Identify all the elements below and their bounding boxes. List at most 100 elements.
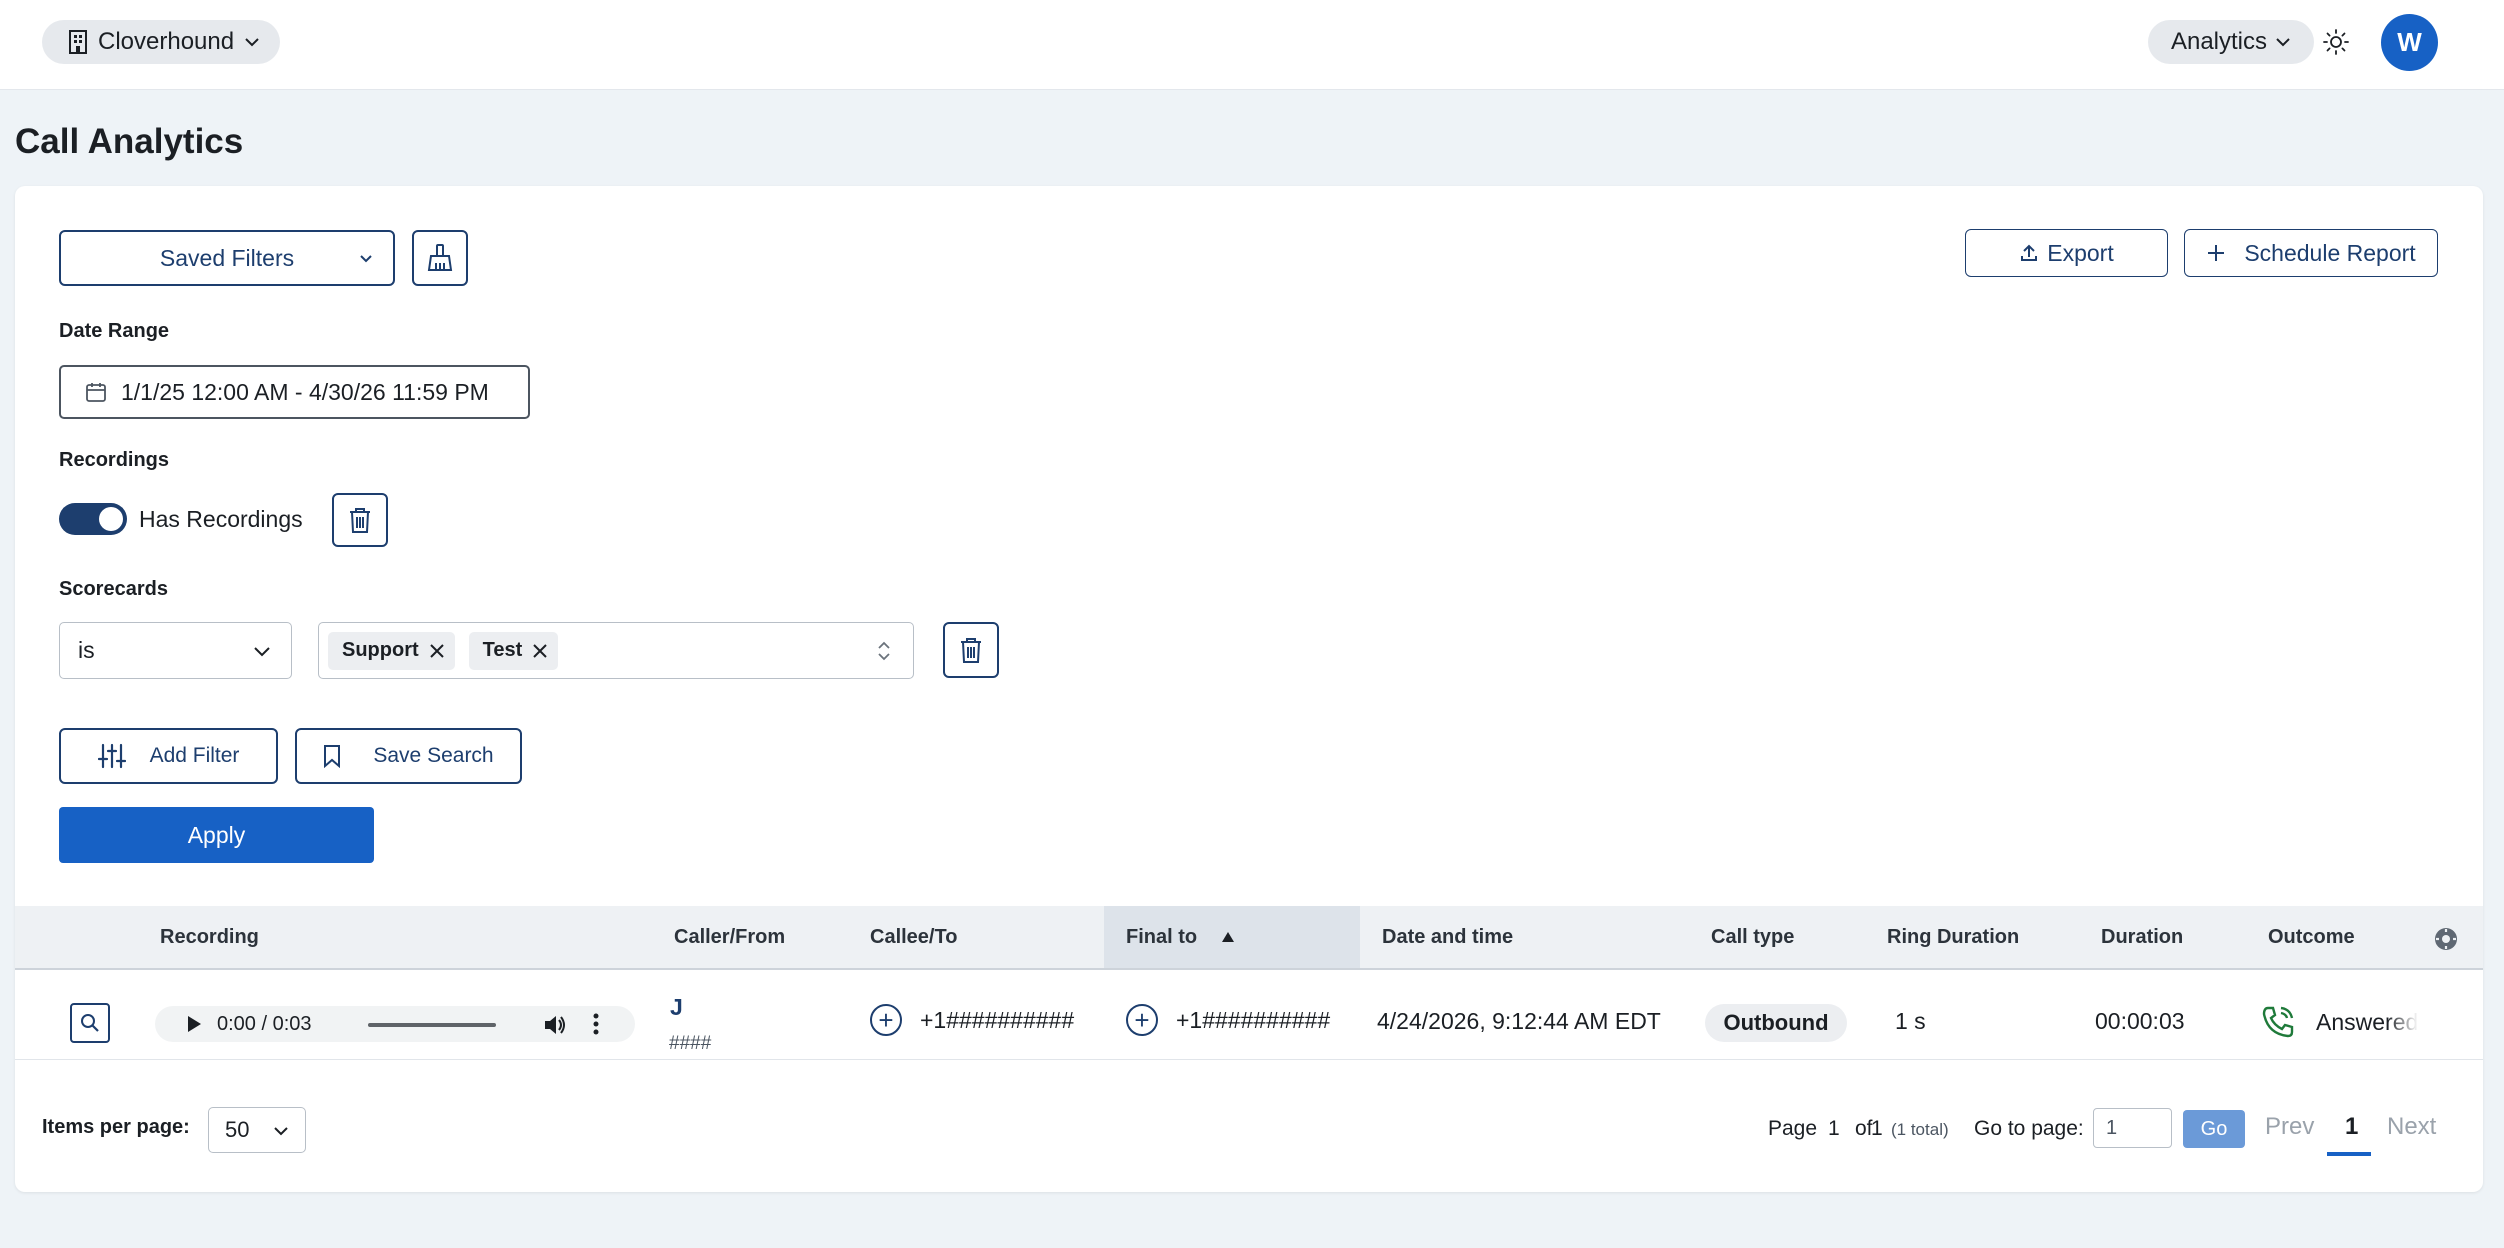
user-avatar[interactable]: W <box>2381 14 2438 71</box>
datetime-cell: 4/24/2026, 9:12:44 AM EDT <box>1377 1008 1661 1034</box>
call-type-badge: Outbound <box>1705 1004 1847 1042</box>
export-label: Export <box>2047 239 2114 266</box>
chip-label: Test <box>482 639 523 661</box>
bookmark-icon <box>324 745 341 768</box>
scorecards-operator-value: is <box>78 637 95 663</box>
chevron-down-icon <box>245 38 259 47</box>
column-header-ring-duration[interactable]: Ring Duration <box>1887 906 2019 968</box>
items-per-page-value: 50 <box>225 1117 250 1142</box>
caller-name[interactable]: J <box>670 994 683 1021</box>
final-to-cell: + +1########## <box>1126 1004 1330 1036</box>
view-call-details-button[interactable] <box>70 1003 110 1043</box>
has-recordings-toggle[interactable] <box>59 503 127 535</box>
audio-player[interactable]: 0:00 / 0:03 <box>155 1006 635 1042</box>
ring-duration-cell: 1 s <box>1895 1008 1926 1034</box>
scorecards-multiselect[interactable]: Support Test <box>318 622 914 679</box>
org-name: Cloverhound <box>98 28 235 55</box>
table-header: Recording Caller/From Callee/To Final to… <box>15 906 2483 970</box>
analytics-card: Saved Filters Export Schedule Report Dat… <box>15 186 2483 1192</box>
volume-icon[interactable] <box>543 1014 567 1036</box>
scorecards-operator-select[interactable]: is <box>59 622 292 679</box>
caller-number: #### <box>669 1033 712 1054</box>
column-header-outcome[interactable]: Outcome <box>2268 906 2355 968</box>
analytics-menu[interactable]: Analytics <box>2148 20 2314 64</box>
schedule-report-label: Schedule Report <box>2244 239 2416 266</box>
save-search-label: Save Search <box>373 744 494 767</box>
duration-cell: 00:00:03 <box>2095 1008 2185 1034</box>
trash-icon <box>961 638 981 663</box>
sort-ascending-icon <box>1222 932 1235 942</box>
column-header-final-to-label: Final to <box>1126 925 1198 948</box>
remove-scorecards-filter-button[interactable] <box>943 622 999 678</box>
chevron-down-icon <box>274 1127 288 1136</box>
scorecards-label: Scorecards <box>59 578 168 600</box>
chevron-down-icon <box>2276 38 2290 47</box>
date-range-value: 1/1/25 12:00 AM - 4/30/26 11:59 PM <box>121 378 489 405</box>
callee-cell: + +1########## <box>870 1004 1074 1036</box>
prev-button[interactable]: Prev <box>2265 1113 2314 1141</box>
export-button[interactable]: Export <box>1965 229 2168 277</box>
page-current: 1 <box>1828 1117 1840 1140</box>
play-icon[interactable] <box>185 1014 203 1034</box>
add-contact-icon[interactable]: + <box>870 1004 902 1036</box>
column-header-duration[interactable]: Duration <box>2101 906 2183 968</box>
upload-icon <box>2021 244 2038 261</box>
apply-button[interactable]: Apply <box>59 807 374 863</box>
chip-label: Support <box>342 639 419 661</box>
add-filter-button[interactable]: Add Filter <box>59 728 278 784</box>
page-label: Page <box>1768 1117 1818 1140</box>
broom-icon <box>427 244 453 271</box>
outcome-cell: Answered <box>2260 1004 2480 1040</box>
close-icon[interactable] <box>429 643 445 659</box>
scorecard-chip: Test <box>468 631 559 670</box>
plus-icon <box>2208 245 2225 261</box>
column-header-final-to[interactable]: Final to <box>1104 906 1360 968</box>
final-to-number: +1########## <box>1176 1006 1331 1033</box>
trash-icon <box>350 508 370 533</box>
clear-filters-button[interactable] <box>412 230 468 286</box>
callee-number: +1########## <box>920 1006 1075 1033</box>
go-to-page-label: Go to page: <box>1974 1117 2084 1140</box>
total-note: (1 total) <box>1891 1120 1949 1139</box>
remove-recordings-filter-button[interactable] <box>332 493 388 547</box>
of-label: of <box>1855 1117 1873 1140</box>
column-header-caller[interactable]: Caller/From <box>674 906 785 968</box>
add-contact-icon[interactable]: + <box>1126 1004 1158 1036</box>
column-header-recording[interactable]: Recording <box>160 906 259 968</box>
saved-filters-dropdown[interactable]: Saved Filters <box>59 230 395 286</box>
has-recordings-label: Has Recordings <box>139 506 303 532</box>
player-time: 0:00 / 0:03 <box>217 1012 312 1035</box>
page-number-button[interactable]: 1 <box>2345 1113 2358 1141</box>
close-icon[interactable] <box>532 643 548 659</box>
outcome-label: Answered <box>2316 1008 2419 1035</box>
chevron-down-icon <box>254 647 270 657</box>
top-bar: Cloverhound Analytics W <box>0 0 2504 90</box>
sliders-icon <box>97 743 126 769</box>
org-switcher[interactable]: Cloverhound <box>42 20 280 64</box>
items-per-page-label: Items per page: <box>42 1116 190 1138</box>
current-page-indicator <box>2327 1152 2371 1156</box>
go-to-page-input[interactable]: 1 <box>2093 1108 2172 1148</box>
save-search-button[interactable]: Save Search <box>295 728 522 784</box>
next-button[interactable]: Next <box>2387 1113 2436 1141</box>
date-range-picker[interactable]: 1/1/25 12:00 AM - 4/30/26 11:59 PM <box>59 365 530 419</box>
theme-toggle-sun-icon[interactable] <box>2322 28 2350 56</box>
column-header-call-type[interactable]: Call type <box>1711 906 1794 968</box>
gear-icon[interactable] <box>2433 926 2459 952</box>
phone-answered-icon <box>2262 1006 2294 1038</box>
column-header-callee[interactable]: Callee/To <box>870 906 957 968</box>
chevron-updown-icon <box>878 641 890 661</box>
schedule-report-button[interactable]: Schedule Report <box>2184 229 2438 277</box>
page-title: Call Analytics <box>15 122 244 161</box>
player-progress-track[interactable] <box>368 1023 496 1027</box>
chevron-down-icon <box>360 255 372 263</box>
add-filter-label: Add Filter <box>149 744 240 767</box>
saved-filters-label: Saved Filters <box>159 244 295 271</box>
column-header-datetime[interactable]: Date and time <box>1382 906 1513 968</box>
items-per-page-select[interactable]: 50 <box>208 1107 306 1153</box>
more-vertical-icon[interactable] <box>592 1012 600 1036</box>
go-button[interactable]: Go <box>2183 1110 2245 1148</box>
page-total: 1 <box>1871 1117 1883 1140</box>
date-range-label: Date Range <box>59 320 170 342</box>
recordings-label: Recordings <box>59 449 170 471</box>
